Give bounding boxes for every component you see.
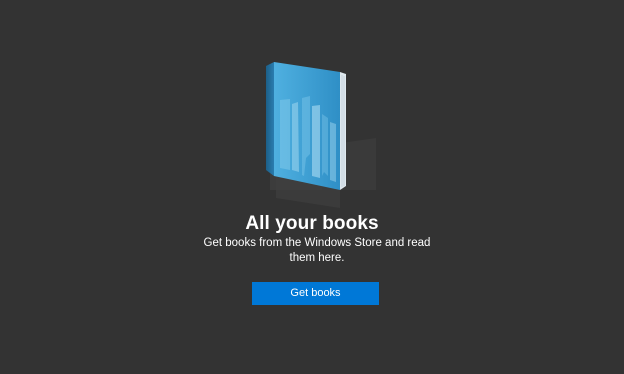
book-with-skyline-icon xyxy=(236,58,392,208)
empty-state-title: All your books xyxy=(245,213,379,234)
empty-state-description: Get books from the Windows Store and rea… xyxy=(203,237,431,264)
books-empty-state: All your books Get books from the Window… xyxy=(0,0,624,374)
get-books-button[interactable]: Get books xyxy=(252,282,379,305)
